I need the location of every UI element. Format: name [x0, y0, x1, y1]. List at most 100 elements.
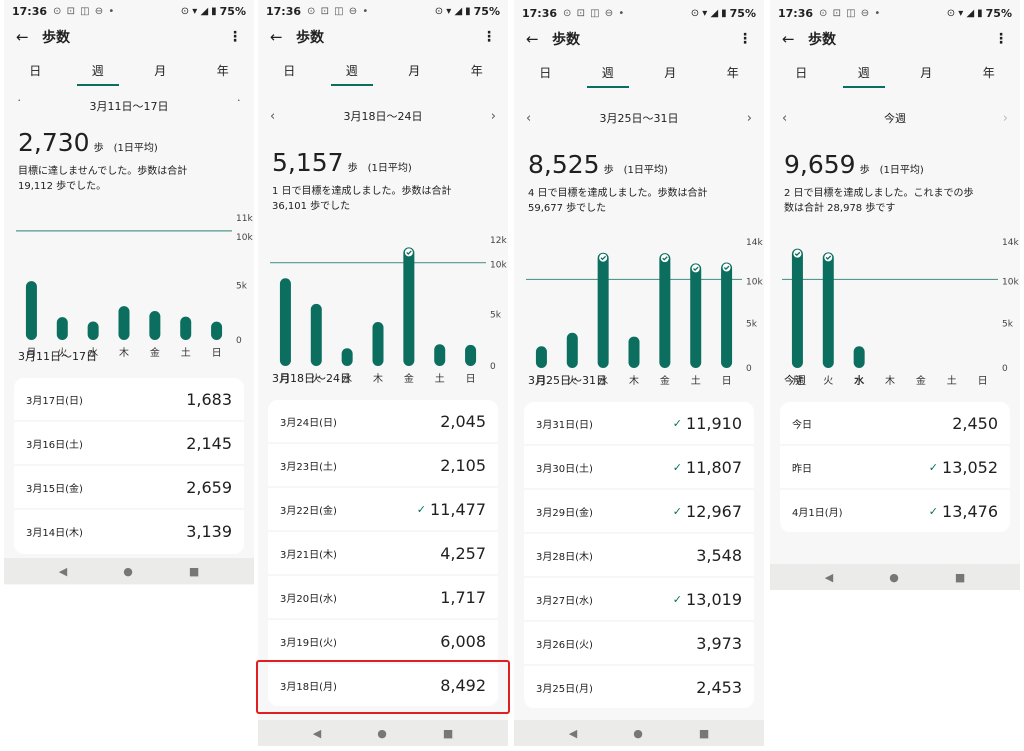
y-tick-label: 5k [1002, 320, 1014, 330]
y-tick-label: 14k [746, 238, 763, 248]
y-tick-label: 5k [490, 310, 502, 320]
chevron-right-icon[interactable]: ˙ [224, 99, 243, 114]
tab-week[interactable]: 週 [67, 58, 130, 88]
list-item[interactable]: 3月19日(火) 6,008 [268, 620, 498, 664]
list-item[interactable]: 3月25日(月) 2,453 [524, 666, 754, 708]
list-item[interactable]: 3月17日(日) 1,683 [14, 378, 244, 422]
bar-4 [403, 247, 415, 366]
tab-day[interactable]: 日 [514, 60, 577, 90]
nav-home-icon[interactable]: ● [377, 727, 387, 740]
period-navigator: ‹ 3月18日～24日 › [258, 104, 508, 128]
tab-year[interactable]: 年 [958, 60, 1021, 90]
list-item[interactable]: 昨日 ✓ 13,052 [780, 446, 1010, 490]
tab-week[interactable]: 週 [833, 60, 896, 90]
goal-summary: 1 日で目標を達成しました。歩数は合計 36,101 歩でした [272, 184, 494, 214]
daily-list: 3月17日(日) 1,683 3月16日(土) 2,145 3月15日(金) 2,659 3… [14, 378, 244, 554]
daily-list: 3月31日(日) ✓ 11,910 3月30日(土) ✓ 11,807 3月29日(金) ✓ 1… [524, 402, 754, 708]
tab-month[interactable]: 月 [639, 60, 702, 90]
list-item[interactable]: 3月14日(木) 3,139 [14, 510, 244, 552]
more-vert-icon[interactable]: ⋮ [738, 31, 752, 47]
x-day-label: 木 [629, 375, 639, 387]
period-tabs: 日週月年 [514, 60, 764, 90]
nav-back-icon[interactable]: ◀ [825, 571, 833, 584]
app-bar: ← 歩数 ⋮ [258, 22, 508, 52]
y-tick-label: 0 [1002, 364, 1008, 374]
tab-day[interactable]: 日 [4, 58, 67, 88]
list-item[interactable]: 今日 2,450 [780, 402, 1010, 446]
period-navigator: ‹ 今週 › [770, 106, 1020, 130]
list-item[interactable]: 3月20日(水) 1,717 [268, 576, 498, 620]
list-item[interactable]: 3月21日(木) 4,257 [268, 532, 498, 576]
day-steps: 2,450 [952, 413, 998, 433]
average-note: (1日平均) [623, 165, 668, 176]
list-item[interactable]: 3月23日(土) 2,105 [268, 444, 498, 488]
list-item[interactable]: 3月15日(金) 2,659 [14, 466, 244, 510]
chevron-left-icon[interactable]: ˙ [16, 99, 34, 114]
list-item[interactable]: 3月26日(火) 3,973 [524, 622, 754, 666]
bar-3 [628, 336, 640, 368]
x-day-label: 水 [853, 374, 865, 387]
more-vert-icon[interactable]: ⋮ [482, 29, 496, 45]
steps-bar-chart: 14k10k5k0月火水木金土日 [526, 238, 763, 387]
bar-3 [118, 306, 130, 340]
nav-recents-icon[interactable]: ■ [955, 571, 965, 584]
steps-unit: 歩 [603, 165, 614, 176]
chevron-left-icon[interactable]: ‹ [270, 109, 288, 124]
goal-met-marker [793, 249, 802, 258]
chevron-left-icon[interactable]: ‹ [526, 111, 544, 126]
day-steps: 1,683 [186, 389, 232, 409]
tab-year[interactable]: 年 [702, 60, 765, 90]
day-steps: 2,145 [186, 433, 232, 453]
nav-recents-icon[interactable]: ■ [699, 727, 709, 740]
phone-screen: 17:36 ⊙ ⊡ ◫ ⊖ • ⊙ ▾ ◢ ▮ 75% ← 歩数 ⋮ 日週月年 ‹ 今週 › 9,659… [770, 0, 1020, 590]
list-item[interactable]: 4月1日(月) ✓ 13,476 [780, 490, 1010, 532]
list-item[interactable]: 3月22日(金) ✓ 11,477 [268, 488, 498, 532]
list-item[interactable]: 3月24日(日) 2,045 [268, 400, 498, 444]
nav-back-icon[interactable]: ◀ [59, 565, 67, 578]
list-item[interactable]: 3月27日(水) ✓ 13,019 [524, 578, 754, 622]
nav-home-icon[interactable]: ● [633, 727, 643, 740]
list-item[interactable]: 3月30日(土) ✓ 11,807 [524, 446, 754, 490]
section-title: 今週 [784, 374, 806, 387]
average-note: (1日平均) [113, 143, 158, 154]
tab-year[interactable]: 年 [446, 58, 509, 88]
more-vert-icon[interactable]: ⋮ [228, 29, 242, 45]
day-steps: 13,052 [942, 457, 998, 477]
tab-month[interactable]: 月 [895, 60, 958, 90]
nav-recents-icon[interactable]: ■ [443, 727, 453, 740]
app-bar: ← 歩数 ⋮ [770, 24, 1020, 54]
tab-month[interactable]: 月 [383, 58, 446, 88]
signal-wifi-icon: ⊙ ▾ ◢ [946, 7, 975, 19]
arrow-left-icon[interactable]: ← [782, 30, 808, 48]
nav-recents-icon[interactable]: ■ [189, 565, 199, 578]
chevron-left-icon[interactable]: ‹ [782, 111, 800, 126]
y-tick-label: 0 [236, 336, 242, 346]
arrow-left-icon[interactable]: ← [526, 30, 552, 48]
signal-wifi-icon: ⊙ ▾ ◢ [434, 5, 463, 17]
tab-day[interactable]: 日 [770, 60, 833, 90]
x-day-label: 土 [435, 372, 445, 385]
tab-week[interactable]: 週 [321, 58, 384, 88]
list-item[interactable]: 3月28日(木) 3,548 [524, 534, 754, 578]
average-steps: 5,157 [272, 148, 344, 177]
tab-week[interactable]: 週 [577, 60, 640, 90]
arrow-left-icon[interactable]: ← [16, 28, 42, 46]
nav-home-icon[interactable]: ● [123, 565, 133, 578]
tab-month[interactable]: 月 [129, 58, 192, 88]
list-item[interactable]: 3月16日(土) 2,145 [14, 422, 244, 466]
x-day-label: 日 [212, 348, 222, 359]
nav-back-icon[interactable]: ◀ [313, 727, 321, 740]
nav-back-icon[interactable]: ◀ [569, 727, 577, 740]
chevron-right-icon[interactable]: › [734, 111, 752, 126]
chevron-right-icon[interactable]: › [478, 109, 496, 124]
tab-year[interactable]: 年 [192, 58, 255, 88]
list-item[interactable]: 3月29日(金) ✓ 12,967 [524, 490, 754, 534]
summary-line: 36,101 歩でした [272, 201, 351, 212]
period-tabs: 日週月年 [4, 58, 254, 88]
status-time: 17:36 [12, 4, 48, 18]
arrow-left-icon[interactable]: ← [270, 28, 296, 46]
nav-home-icon[interactable]: ● [889, 571, 899, 584]
list-item[interactable]: 3月31日(日) ✓ 11,910 [524, 402, 754, 446]
more-vert-icon[interactable]: ⋮ [994, 31, 1008, 47]
tab-day[interactable]: 日 [258, 58, 321, 88]
